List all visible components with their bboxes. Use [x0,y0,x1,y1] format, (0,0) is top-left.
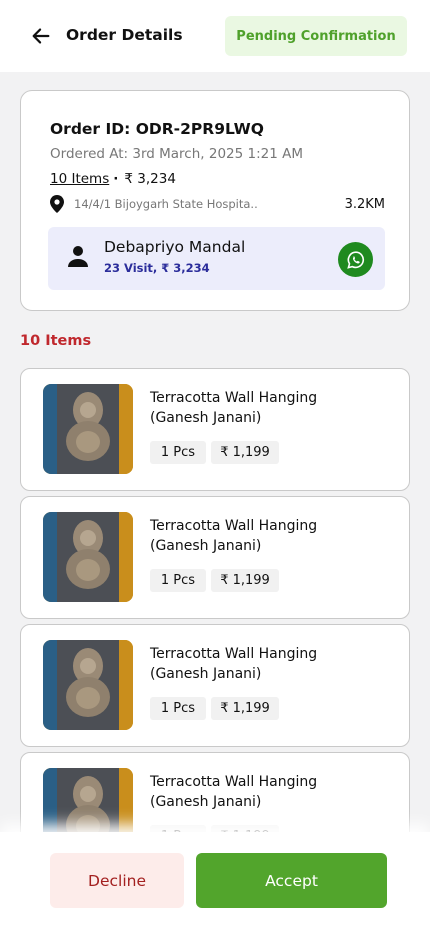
item-quantity: 1 Pcs [150,441,206,464]
items-heading: 10 Items [20,333,92,349]
item-price: ₹ 1,199 [211,441,279,464]
person-icon [68,246,88,267]
item-name: Terracotta Wall Hanging (Ganesh Janani) [150,390,318,426]
product-image [43,512,133,602]
location-pin-icon [50,195,64,213]
item-card[interactable]: Terracotta Wall Hanging (Ganesh Janani) … [20,368,410,491]
page-title: Order Details [66,26,183,44]
item-card[interactable]: Terracotta Wall Hanging (Ganesh Janani) … [20,496,410,619]
item-name: Terracotta Wall Hanging (Ganesh Janani) [150,774,318,810]
distance: 3.2KM [344,196,385,212]
customer-visits: 23 Visit, ₹ 3,234 [104,261,210,275]
arrow-left-icon[interactable] [30,25,52,47]
items-total-row: 10 Items · ₹ 3,234 [50,171,176,187]
status-badge: Pending Confirmation [225,16,407,56]
separator-dot: · [113,171,119,187]
customer-info: Debapriyo Mandal 23 Visit, ₹ 3,234 [48,227,385,290]
whatsapp-icon [346,250,364,269]
item-price: ₹ 1,199 [211,569,279,592]
item-price: ₹ 1,199 [211,697,279,720]
order-total: ₹ 3,234 [124,171,176,187]
decline-button[interactable]: Decline [50,853,184,908]
item-card[interactable]: Terracotta Wall Hanging (Ganesh Janani) … [20,624,410,747]
delivery-address: 14/4/1 Bijoygarh State Hospita.. [74,197,258,211]
accept-button[interactable]: Accept [196,853,387,908]
customer-name: Debapriyo Mandal [104,238,246,256]
address-row: 14/4/1 Bijoygarh State Hospita.. 3.2KM [50,195,385,213]
items-count-link[interactable]: 10 Items [50,171,109,187]
app-header: Order Details Pending Confirmation [0,0,430,72]
product-image [43,640,133,730]
item-name: Terracotta Wall Hanging (Ganesh Janani) [150,518,318,554]
item-quantity: 1 Pcs [150,569,206,592]
order-id: Order ID: ODR-2PR9LWQ [50,120,264,138]
order-summary-card: Order ID: ODR-2PR9LWQ Ordered At: 3rd Ma… [20,90,410,311]
ordered-at: Ordered At: 3rd March, 2025 1:21 AM [50,146,303,162]
bottom-action-bar: Decline Accept [0,832,430,932]
item-quantity: 1 Pcs [150,697,206,720]
item-name: Terracotta Wall Hanging (Ganesh Janani) [150,646,318,682]
product-image [43,384,133,474]
whatsapp-button[interactable] [338,242,373,277]
